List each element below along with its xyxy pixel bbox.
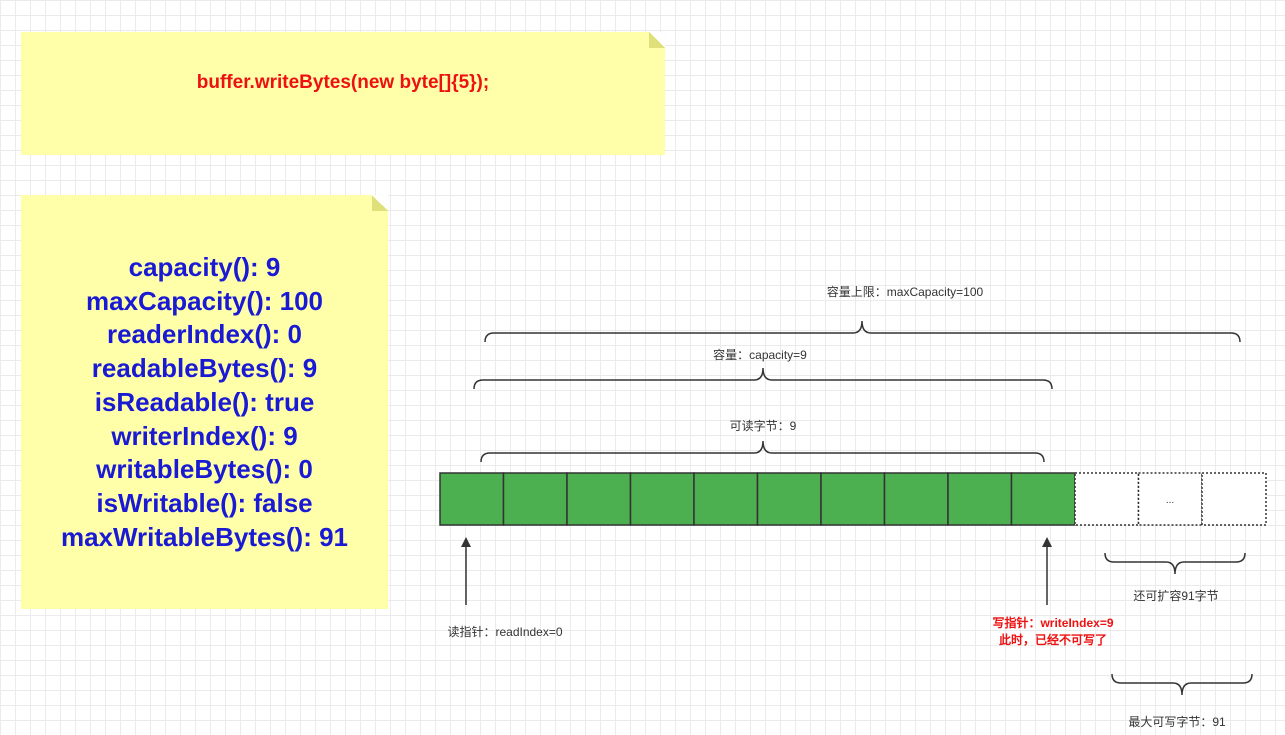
- buffer-diagram: 容量上限：maxCapacity=100 容量：capacity=9 可读字节：…: [439, 284, 1267, 729]
- max-writable-label: 最大可写字节：91: [1128, 714, 1226, 729]
- expandable-label: 还可扩容91字节: [1133, 588, 1218, 603]
- readable-bytes-label: 可读字节：9: [730, 418, 797, 433]
- write-pointer-label: 写指针：writeIndex=9: [992, 615, 1113, 630]
- written-byte-cell: [820, 472, 886, 526]
- capacity-label: 容量：capacity=9: [713, 347, 807, 362]
- max-capacity-label: 容量上限：maxCapacity=100: [827, 284, 984, 299]
- expandable-brace: [1104, 552, 1246, 575]
- max-writable-brace: [1111, 673, 1253, 696]
- written-byte-cell: [1010, 472, 1076, 526]
- written-byte-cell: [947, 472, 1013, 526]
- readable-bytes-brace: [480, 440, 1045, 463]
- written-bytes-cells: [439, 472, 1076, 526]
- written-byte-cell: [502, 472, 568, 526]
- ellipsis-text: ...: [1166, 495, 1174, 506]
- max-capacity-brace: [484, 320, 1241, 343]
- written-byte-cell: [883, 472, 949, 526]
- written-byte-cell: [439, 472, 505, 526]
- not-writable-note: 此时，已经不可写了: [999, 632, 1107, 647]
- written-byte-cell: [566, 472, 632, 526]
- written-byte-cell: [629, 472, 695, 526]
- expandable-cell: [1074, 472, 1140, 526]
- capacity-brace: [473, 367, 1053, 390]
- expandable-cell: [1201, 472, 1267, 526]
- written-byte-cell: [756, 472, 822, 526]
- read-pointer-label: 读指针：readIndex=0: [447, 624, 562, 639]
- written-byte-cell: [693, 472, 759, 526]
